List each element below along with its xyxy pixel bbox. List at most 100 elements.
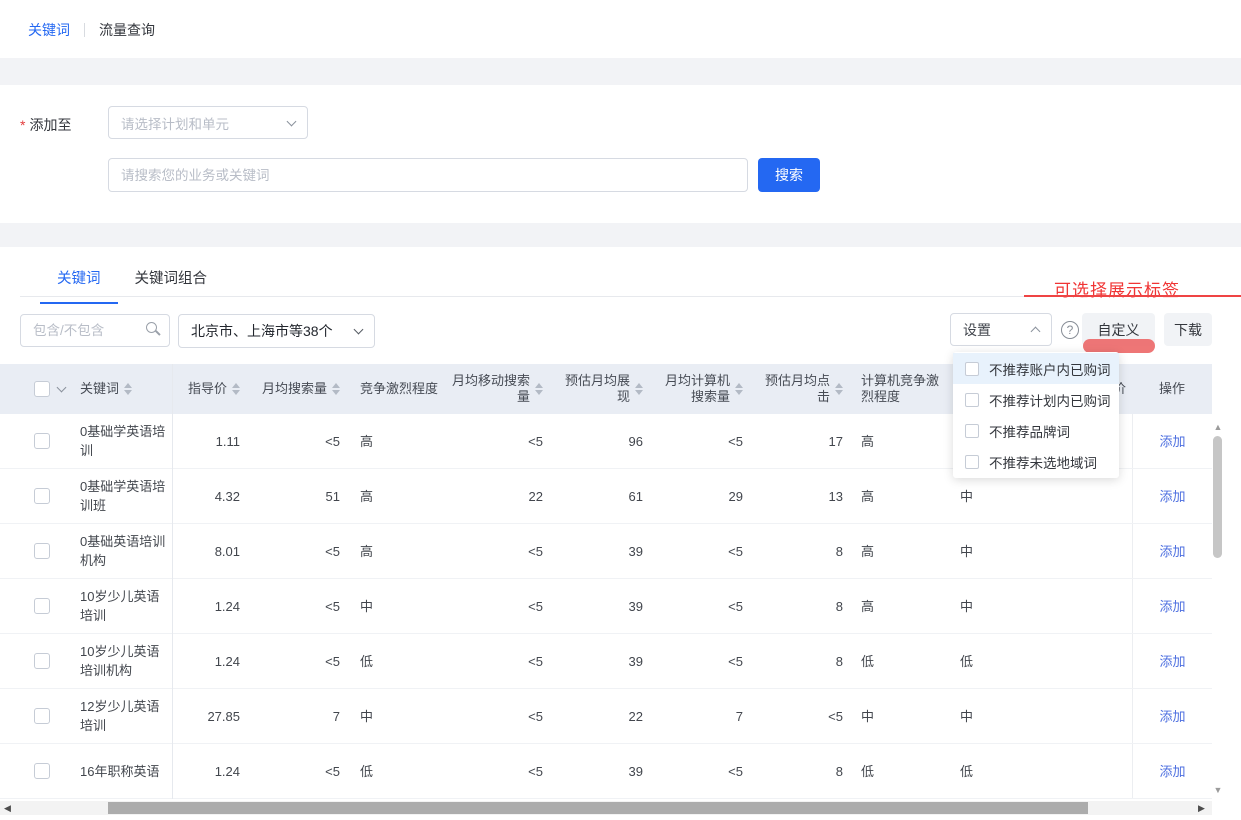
row-checkbox[interactable]: [34, 433, 50, 449]
region-select[interactable]: 北京市、上海市等38个: [178, 314, 375, 348]
cell-price_partial: [1045, 579, 1132, 633]
col-header-keyword[interactable]: 关键词: [70, 364, 172, 414]
row-checkbox[interactable]: [34, 543, 50, 559]
cell-pc_competition: 高: [853, 579, 945, 633]
nav-divider: [84, 23, 85, 37]
settings-select[interactable]: 设置: [950, 313, 1052, 346]
sort-icon: [635, 383, 643, 395]
chevron-down-icon[interactable]: [57, 383, 67, 393]
download-button[interactable]: 下载: [1164, 313, 1212, 346]
table-row: 10岁少儿英语培训1.24<5中<539<58高中添加: [0, 579, 1212, 634]
required-asterisk: *: [20, 117, 25, 133]
col-header-pc_search[interactable]: 月均计算机搜索量: [653, 364, 753, 414]
cell-pc_search: <5: [653, 414, 753, 468]
col-header-est_monthly_impressions[interactable]: 预估月均展现: [553, 364, 653, 414]
cell-est_monthly_impressions: 39: [553, 524, 653, 578]
nav-tab-keywords[interactable]: 关键词: [28, 20, 70, 40]
cell-mobile_competition: 中: [945, 579, 1045, 633]
scroll-down-icon[interactable]: ▼: [1213, 785, 1223, 795]
cell-pc_competition: 低: [853, 744, 945, 798]
select-all-checkbox[interactable]: [34, 381, 50, 397]
cell-monthly_search: <5: [248, 414, 348, 468]
cell-mobile_search: <5: [448, 414, 553, 468]
add-keyword-link[interactable]: 添加: [1159, 762, 1185, 781]
sort-icon: [232, 383, 240, 395]
scroll-right-icon[interactable]: ▶: [1198, 803, 1205, 814]
horizontal-scrollbar-thumb[interactable]: [108, 802, 1088, 814]
vertical-scrollbar[interactable]: ▲ ▼: [1211, 416, 1225, 799]
cell-pc_search: <5: [653, 579, 753, 633]
cell-pc_search: <5: [653, 744, 753, 798]
cell-guide_price: 4.32: [172, 469, 248, 523]
cell-est_monthly_impressions: 39: [553, 579, 653, 633]
dropdown-item-label: 不推荐品牌词: [989, 421, 1070, 441]
col-header-mobile_search[interactable]: 月均移动搜索量: [448, 364, 553, 414]
table-row: 16年职称英语1.24<5低<539<58低低添加: [0, 744, 1212, 799]
sort-icon: [735, 383, 743, 395]
row-checkbox[interactable]: [34, 708, 50, 724]
dropdown-item-checkbox[interactable]: [965, 393, 979, 407]
cell-competition: 中: [348, 579, 448, 633]
tab-keyword-combinations[interactable]: 关键词组合: [118, 259, 225, 304]
plan-unit-select[interactable]: 请选择计划和单元: [108, 106, 308, 139]
row-checkbox[interactable]: [34, 763, 50, 779]
settings-dropdown-item[interactable]: 不推荐未选地域词: [953, 446, 1119, 477]
add-keyword-link[interactable]: 添加: [1159, 487, 1185, 506]
keyword-text: 0基础英语培训机构: [80, 532, 168, 570]
add-keyword-link[interactable]: 添加: [1159, 707, 1185, 726]
cell-competition: 高: [348, 414, 448, 468]
column-label: 关键词: [80, 381, 119, 397]
cell-competition: 低: [348, 634, 448, 688]
keyword-text: 10岁少儿英语培训: [80, 587, 168, 625]
row-checkbox[interactable]: [34, 653, 50, 669]
add-keyword-link[interactable]: 添加: [1159, 652, 1185, 671]
col-header-guide_price[interactable]: 指导价: [172, 364, 248, 414]
cell-monthly_search: <5: [248, 524, 348, 578]
cell-monthly_search: <5: [248, 634, 348, 688]
vertical-scrollbar-thumb[interactable]: [1213, 436, 1222, 558]
col-header-select[interactable]: [0, 364, 70, 414]
cell-keyword: 0基础英语培训机构: [70, 524, 172, 578]
business-keyword-search-input[interactable]: [108, 158, 748, 192]
cell-pc_search: <5: [653, 524, 753, 578]
dropdown-item-checkbox[interactable]: [965, 455, 979, 469]
cell-mobile_search: 22: [448, 469, 553, 523]
column-label: 指导价: [188, 381, 227, 397]
col-header-monthly_search[interactable]: 月均搜索量: [248, 364, 348, 414]
add-keyword-link[interactable]: 添加: [1159, 542, 1185, 561]
dropdown-item-checkbox[interactable]: [965, 424, 979, 438]
search-button[interactable]: 搜索: [758, 158, 820, 192]
cell-monthly_search: 51: [248, 469, 348, 523]
row-checkbox[interactable]: [34, 488, 50, 504]
tab-keywords[interactable]: 关键词: [40, 259, 118, 304]
cell-monthly_search: <5: [248, 579, 348, 633]
cell-mobile_search: <5: [448, 744, 553, 798]
cell-pc_search: 29: [653, 469, 753, 523]
keyword-text: 16年职称英语: [80, 762, 168, 781]
column-label: 操作: [1159, 381, 1185, 397]
horizontal-scrollbar[interactable]: ◀ ▶: [0, 800, 1241, 816]
column-label: 月均搜索量: [262, 381, 327, 397]
help-icon[interactable]: [1061, 321, 1079, 339]
settings-dropdown-item[interactable]: 不推荐计划内已购词: [953, 384, 1119, 415]
settings-dropdown-item[interactable]: 不推荐账户内已购词: [953, 353, 1119, 384]
scroll-up-icon[interactable]: ▲: [1213, 422, 1223, 432]
add-keyword-link[interactable]: 添加: [1159, 597, 1185, 616]
nav-tab-traffic-query[interactable]: 流量查询: [99, 20, 155, 40]
chevron-up-icon: [1031, 327, 1041, 337]
cell-mobile_search: <5: [448, 689, 553, 743]
dropdown-item-checkbox[interactable]: [965, 362, 979, 376]
sort-icon: [535, 383, 543, 395]
row-checkbox[interactable]: [34, 598, 50, 614]
col-header-est_monthly_clicks[interactable]: 预估月均点击: [753, 364, 853, 414]
settings-dropdown-panel: 不推荐账户内已购词不推荐计划内已购词不推荐品牌词不推荐未选地域词: [953, 352, 1119, 478]
column-label: 月均移动搜索量: [448, 373, 530, 405]
cell-mobile_competition: 低: [945, 744, 1045, 798]
cell-competition: 高: [348, 524, 448, 578]
settings-dropdown-item[interactable]: 不推荐品牌词: [953, 415, 1119, 446]
scroll-left-icon[interactable]: ◀: [4, 803, 11, 814]
annotation-text: 可选择展示标签: [1054, 276, 1180, 301]
keyword-text: 0基础学英语培训: [80, 422, 168, 460]
column-label: 预估月均点击: [753, 373, 830, 405]
add-keyword-link[interactable]: 添加: [1159, 432, 1185, 451]
